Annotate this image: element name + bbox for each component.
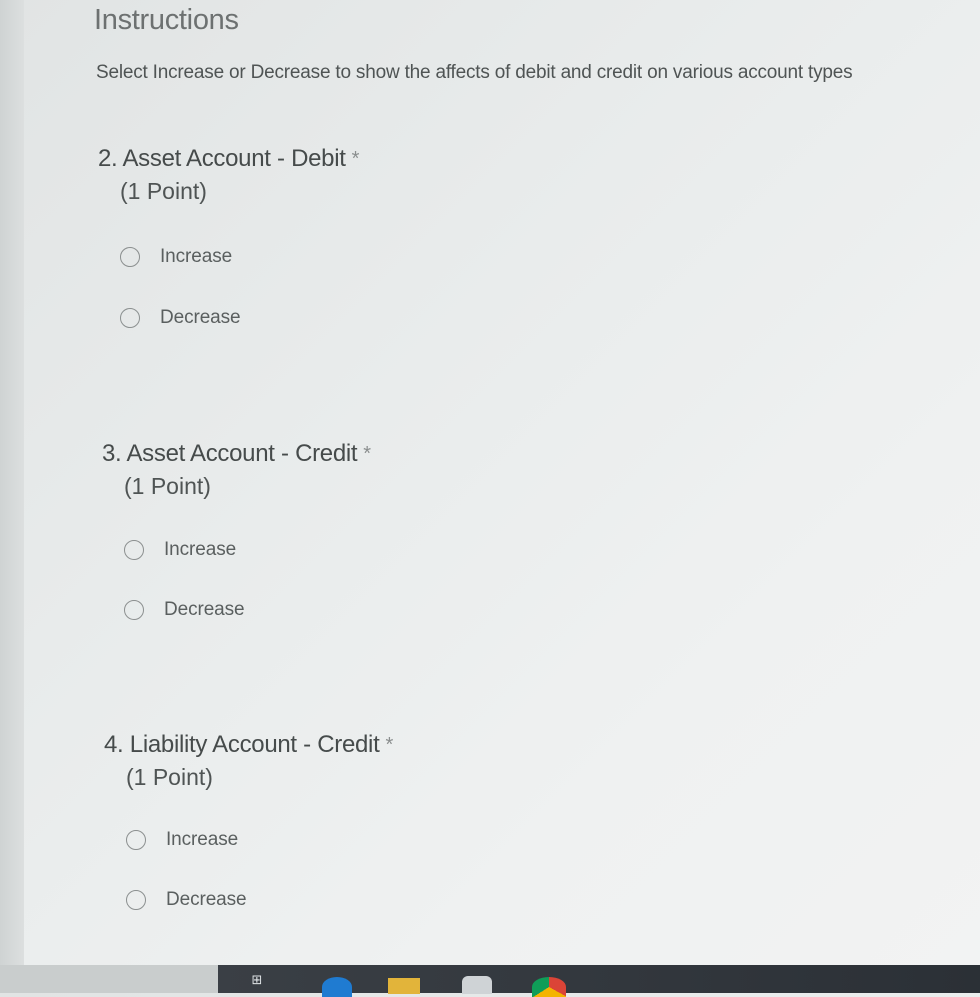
radio-button[interactable] bbox=[124, 600, 144, 620]
store-icon[interactable] bbox=[462, 976, 492, 994]
option-label: Decrease bbox=[160, 307, 241, 328]
radio-button[interactable] bbox=[120, 308, 140, 328]
radio-button[interactable] bbox=[126, 890, 146, 910]
question-title-text: 3. Asset Account - Credit bbox=[102, 440, 358, 467]
option-decrease[interactable]: Decrease bbox=[126, 885, 804, 915]
option-decrease[interactable]: Decrease bbox=[124, 595, 802, 625]
option-increase[interactable]: Increase bbox=[126, 825, 804, 855]
radio-button[interactable] bbox=[126, 830, 146, 850]
question-liability-credit: 4. Liability Account - Credit * (1 Point)… bbox=[104, 729, 804, 915]
option-label: Increase bbox=[164, 539, 237, 560]
chrome-icon[interactable] bbox=[532, 977, 566, 997]
question-title-text: 2. Asset Account - Debit bbox=[98, 145, 346, 172]
required-marker: * bbox=[385, 734, 393, 756]
option-increase[interactable]: Increase bbox=[120, 242, 798, 272]
option-decrease[interactable]: Decrease bbox=[120, 303, 798, 333]
question-points: (1 Point) bbox=[126, 764, 213, 790]
required-marker: * bbox=[351, 148, 360, 170]
question-asset-credit: 3. Asset Account - Credit * (1 Point) Inc… bbox=[102, 438, 802, 625]
question-points: (1 Point) bbox=[120, 178, 207, 204]
file-explorer-icon[interactable] bbox=[388, 978, 420, 994]
task-view-icon[interactable]: ⊞ bbox=[246, 973, 268, 988]
question-asset-debit: 2. Asset Account - Debit * (1 Point) Incr… bbox=[98, 143, 798, 333]
question-title: 4. Liability Account - Credit * bbox=[104, 729, 804, 761]
required-marker: * bbox=[363, 443, 371, 465]
windows-taskbar: ⊞ bbox=[0, 965, 980, 997]
option-label: Decrease bbox=[166, 889, 247, 910]
form-page: Instructions Select Increase or Decrease… bbox=[0, 0, 980, 965]
question-title: 2. Asset Account - Debit * bbox=[98, 143, 798, 175]
option-label: Decrease bbox=[164, 599, 245, 620]
question-points: (1 Point) bbox=[124, 473, 211, 499]
question-title-text: 4. Liability Account - Credit bbox=[104, 731, 380, 758]
question-title: 3. Asset Account - Credit * bbox=[102, 438, 802, 470]
section-title: Instructions bbox=[94, 4, 239, 36]
option-label: Increase bbox=[160, 246, 233, 267]
radio-button[interactable] bbox=[120, 247, 140, 267]
instructions-text: Select Increase or Decrease to show the … bbox=[96, 62, 853, 83]
radio-button[interactable] bbox=[124, 540, 144, 560]
edge-icon[interactable] bbox=[322, 977, 352, 997]
option-increase[interactable]: Increase bbox=[124, 535, 802, 565]
option-label: Increase bbox=[166, 829, 239, 850]
